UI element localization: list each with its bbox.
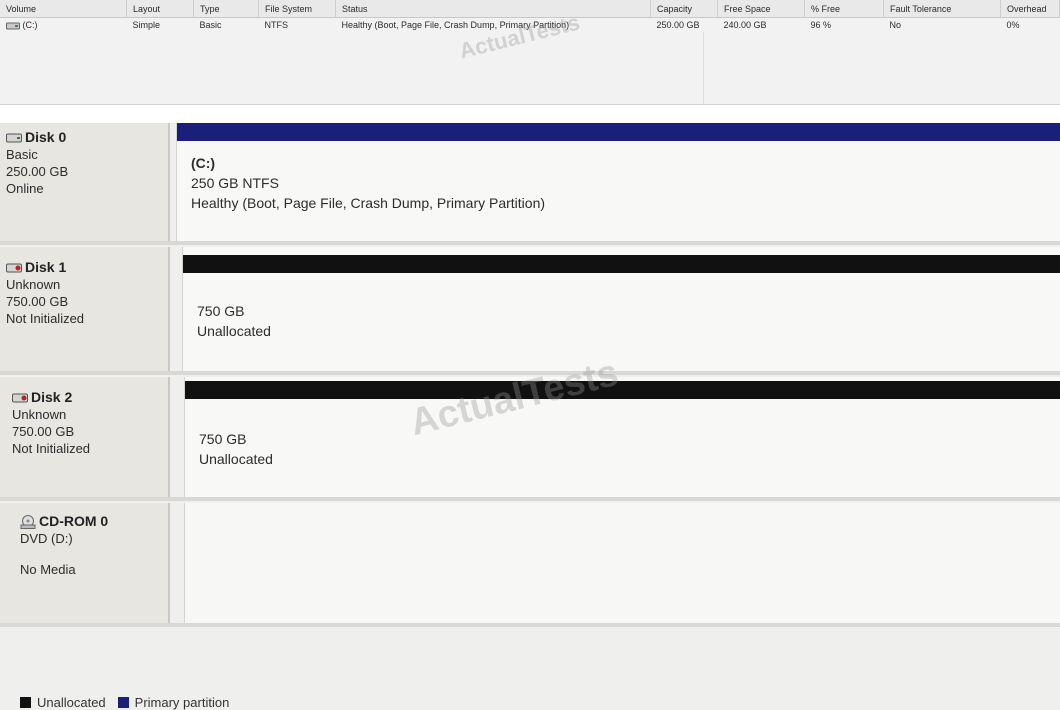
disk-icon bbox=[6, 133, 22, 142]
status-cell: Healthy (Boot, Page File, Crash Dump, Pr… bbox=[341, 20, 570, 30]
volume-list-table: Volume Layout Type File System Status Ca… bbox=[0, 0, 1060, 32]
disk-row-disk-0: Disk 0 Basic 250.00 GB Online (C:) 250 G… bbox=[0, 123, 1060, 241]
disk-size: 750.00 GB bbox=[6, 294, 69, 309]
layout-cell: Simple bbox=[132, 20, 161, 30]
column-header-free-space[interactable]: Free Space bbox=[717, 0, 805, 18]
table-row[interactable]: (C:) Simple Basic NTFS Healthy (Boot, Pa… bbox=[0, 18, 1060, 33]
legend-swatch-primary bbox=[117, 697, 129, 708]
partition-status: Healthy (Boot, Page File, Crash Dump, Pr… bbox=[191, 195, 546, 211]
disk-row-cd-rom-0: CD-ROM 0 DVD (D:) No Media bbox=[0, 503, 1060, 623]
partition-status: Unallocated bbox=[197, 323, 271, 339]
disk-name: Disk 2 bbox=[31, 389, 73, 405]
disk-label-disk-1[interactable]: Disk 1 Unknown 750.00 GB Not Initialized bbox=[0, 247, 170, 371]
cd-rom-media-area[interactable] bbox=[184, 503, 1060, 623]
disk-map: Disk 0 Basic 250.00 GB Online (C:) 250 G… bbox=[0, 123, 1060, 710]
primary-partition-bar bbox=[177, 123, 1060, 141]
disk-type: Basic bbox=[6, 147, 38, 162]
disk-unknown-icon bbox=[12, 393, 28, 402]
column-header-percent-free[interactable]: % Free bbox=[804, 0, 884, 18]
disk-size: 750.00 GB bbox=[12, 424, 75, 439]
partition-unallocated-disk-1[interactable]: 750 GB Unallocated bbox=[182, 247, 1060, 371]
disk-name: Disk 0 bbox=[25, 129, 67, 145]
disk-name: CD-ROM 0 bbox=[39, 513, 109, 529]
row-separator bbox=[0, 623, 1060, 627]
disk-name: Disk 1 bbox=[25, 259, 67, 275]
disk-type: Unknown bbox=[12, 407, 67, 422]
partition-c-drive[interactable]: (C:) 250 GB NTFS Healthy (Boot, Page Fil… bbox=[176, 123, 1060, 241]
legend-swatch-unallocated bbox=[20, 697, 31, 708]
type-cell: Basic bbox=[199, 20, 222, 30]
legend: Unallocated Primary partition bbox=[20, 695, 229, 710]
partition-title: (C:) bbox=[191, 155, 216, 171]
disk-label-cd-rom-0[interactable]: CD-ROM 0 DVD (D:) No Media bbox=[0, 503, 170, 623]
disk-size: 250.00 GB bbox=[6, 164, 69, 179]
fault-tolerance-cell: No bbox=[889, 20, 902, 30]
free-space-cell: 240.00 GB bbox=[723, 20, 767, 30]
volume-list-panel: Volume Layout Type File System Status Ca… bbox=[0, 0, 1060, 105]
disk-row-disk-1: Disk 1 Unknown 750.00 GB Not Initialized… bbox=[0, 247, 1060, 371]
file-system-cell: NTFS bbox=[264, 20, 289, 30]
partition-size: 750 GB bbox=[197, 303, 245, 319]
column-divider bbox=[703, 32, 704, 104]
column-header-volume[interactable]: Volume bbox=[0, 0, 127, 18]
disk-state: Not Initialized bbox=[12, 441, 91, 456]
volume-name: (C:) bbox=[22, 20, 38, 30]
column-header-status[interactable]: Status bbox=[335, 0, 651, 18]
legend-label-primary: Primary partition bbox=[134, 695, 230, 710]
partition-size-fs: 250 GB NTFS bbox=[191, 175, 279, 191]
column-header-capacity[interactable]: Capacity bbox=[650, 0, 718, 18]
partition-size: 750 GB bbox=[199, 431, 247, 447]
row-separator bbox=[0, 241, 1060, 245]
legend-label-unallocated: Unallocated bbox=[37, 695, 106, 710]
percent-free-cell: 96 % bbox=[810, 20, 832, 30]
volume-list-header: Volume Layout Type File System Status Ca… bbox=[0, 0, 1060, 18]
disk-label-disk-2[interactable]: Disk 2 Unknown 750.00 GB Not Initialized bbox=[0, 377, 170, 497]
drive-icon bbox=[6, 22, 20, 30]
disk-row-disk-2: Disk 2 Unknown 750.00 GB Not Initialized… bbox=[0, 352, 1060, 497]
column-header-type[interactable]: Type bbox=[193, 0, 259, 18]
column-header-layout[interactable]: Layout bbox=[126, 0, 194, 18]
column-header-file-system[interactable]: File System bbox=[258, 0, 336, 18]
volume-cell: (C:) bbox=[0, 18, 127, 33]
disk-label-disk-0[interactable]: Disk 0 Basic 250.00 GB Online bbox=[0, 123, 170, 241]
overhead-cell: 0% bbox=[1006, 20, 1020, 30]
partition-status: Unallocated bbox=[199, 451, 273, 467]
cd-rom-icon bbox=[20, 514, 36, 529]
disk-state: Not Initialized bbox=[6, 311, 85, 326]
capacity-cell: 250.00 GB bbox=[656, 20, 700, 30]
partition-unallocated-disk-2[interactable]: 750 GB Unallocated bbox=[184, 377, 1060, 497]
disk-state: No Media bbox=[20, 562, 76, 577]
column-header-fault-tolerance[interactable]: Fault Tolerance bbox=[883, 0, 1001, 18]
unallocated-bar bbox=[183, 255, 1060, 273]
unallocated-bar bbox=[185, 381, 1060, 399]
column-header-overhead[interactable]: Overhead bbox=[1000, 0, 1060, 18]
row-separator bbox=[0, 497, 1060, 501]
disk-type: Unknown bbox=[6, 277, 61, 292]
disk-state: Online bbox=[6, 181, 44, 196]
disk-type: DVD (D:) bbox=[20, 531, 73, 546]
disk-unknown-icon bbox=[6, 263, 22, 272]
row-separator bbox=[0, 371, 1060, 375]
